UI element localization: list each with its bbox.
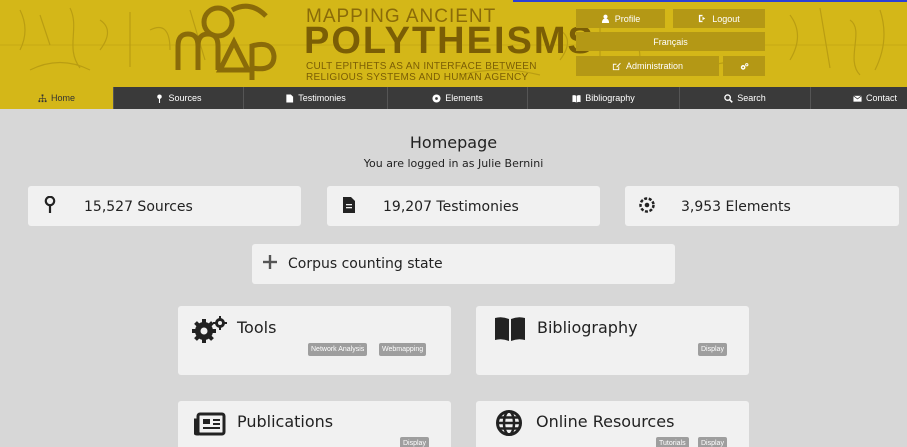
document-icon xyxy=(343,197,355,213)
page-title: Homepage xyxy=(409,133,498,152)
site-subtitle-line2: RELIGIOUS SYSTEMS AND HUMAN AGENCY xyxy=(306,72,529,83)
nav-sources-label: Sources xyxy=(168,93,202,103)
site-title-line2: POLYTHEISMS xyxy=(304,20,595,62)
nav-bibliography-label: Bibliography xyxy=(585,93,635,103)
publications-title: Publications xyxy=(237,412,334,431)
logout-icon xyxy=(699,14,706,23)
globe-icon xyxy=(496,410,522,436)
online-resources-title: Online Resources xyxy=(536,412,675,431)
language-button[interactable]: Français xyxy=(576,32,765,51)
profile-label: Profile xyxy=(614,13,641,24)
site-subtitle-line1: CULT EPITHETS AS AN INTERFACE BETWEEN xyxy=(306,61,537,72)
logged-in-text: You are logged in as Julie Bernini xyxy=(363,157,544,170)
site-header: MAPPING ANCIENT POLYTHEISMS CULT EPITHET… xyxy=(0,0,907,87)
nav-home[interactable]: Home xyxy=(0,87,114,109)
nav-search[interactable]: Search xyxy=(680,87,811,109)
nav-testimonies-label: Testimonies xyxy=(298,93,346,103)
network-analysis-button[interactable]: Network Analysis xyxy=(308,343,368,356)
corpus-counting-label: Corpus counting state xyxy=(288,256,443,272)
nav-sources[interactable]: Sources xyxy=(114,87,244,109)
cogs-icon xyxy=(192,316,227,343)
edit-icon xyxy=(612,62,621,70)
bibliography-display-button[interactable]: Display xyxy=(698,343,727,356)
nav-testimonies[interactable]: Testimonies xyxy=(244,87,388,109)
online-resources-display-button[interactable]: Display xyxy=(698,437,727,447)
administration-label: Administration xyxy=(625,61,684,71)
testimonies-stat-card[interactable]: 19,207 Testimonies xyxy=(327,186,600,226)
testimonies-stat-label: 19,207 Testimonies xyxy=(383,199,519,215)
atom-icon xyxy=(432,93,441,103)
nav-bibliography[interactable]: Bibliography xyxy=(528,87,680,109)
map-logo-icon[interactable] xyxy=(160,2,280,82)
document-icon xyxy=(286,93,294,103)
webmapping-button[interactable]: Webmapping xyxy=(379,343,427,356)
main-nav: Home Sources Testimonies Elements Biblio… xyxy=(0,87,907,109)
user-icon xyxy=(601,14,609,23)
bibliography-title: Bibliography xyxy=(537,318,638,337)
pin-icon xyxy=(157,93,163,103)
online-resources-tile: Online Resources Tutorials Display xyxy=(476,401,749,447)
sitemap-icon xyxy=(38,93,47,102)
nav-elements-label: Elements xyxy=(445,93,483,103)
newspaper-icon xyxy=(194,412,226,436)
atom-icon xyxy=(639,197,655,213)
tools-title: Tools xyxy=(237,318,277,337)
elements-stat-label: 3,953 Elements xyxy=(681,199,791,215)
publications-display-button[interactable]: Display xyxy=(400,437,429,447)
nav-search-label: Search xyxy=(737,93,766,103)
language-label: Français xyxy=(653,36,688,47)
profile-button[interactable]: Profile xyxy=(576,9,665,28)
url-underline xyxy=(513,0,907,2)
tutorials-button[interactable]: Tutorials xyxy=(656,437,689,447)
sources-stat-label: 15,527 Sources xyxy=(84,199,193,215)
settings-button[interactable] xyxy=(723,56,765,76)
nav-contact[interactable]: Contact xyxy=(811,87,907,109)
search-icon xyxy=(724,93,734,103)
tools-tile: Tools Network Analysis Webmapping xyxy=(178,306,451,375)
administration-button[interactable]: Administration xyxy=(576,56,719,76)
book-icon xyxy=(495,317,525,341)
book-icon xyxy=(572,94,581,103)
sources-stat-card[interactable]: 15,527 Sources xyxy=(28,186,301,226)
envelope-icon xyxy=(853,95,862,102)
pin-icon xyxy=(44,196,56,213)
nav-elements[interactable]: Elements xyxy=(388,87,528,109)
site-subtitle: CULT EPITHETS AS AN INTERFACE BETWEEN RE… xyxy=(306,61,537,83)
logout-label: Logout xyxy=(712,13,740,24)
plus-icon xyxy=(263,255,277,269)
elements-stat-card[interactable]: 3,953 Elements xyxy=(625,186,899,226)
corpus-counting-card[interactable]: Corpus counting state xyxy=(252,244,675,284)
nav-contact-label: Contact xyxy=(865,93,897,103)
cogs-icon xyxy=(740,62,748,70)
bibliography-tile: Bibliography Display xyxy=(476,306,749,375)
logout-button[interactable]: Logout xyxy=(673,9,765,28)
nav-home-label: Home xyxy=(50,93,75,103)
publications-tile: Publications Display xyxy=(178,401,451,447)
